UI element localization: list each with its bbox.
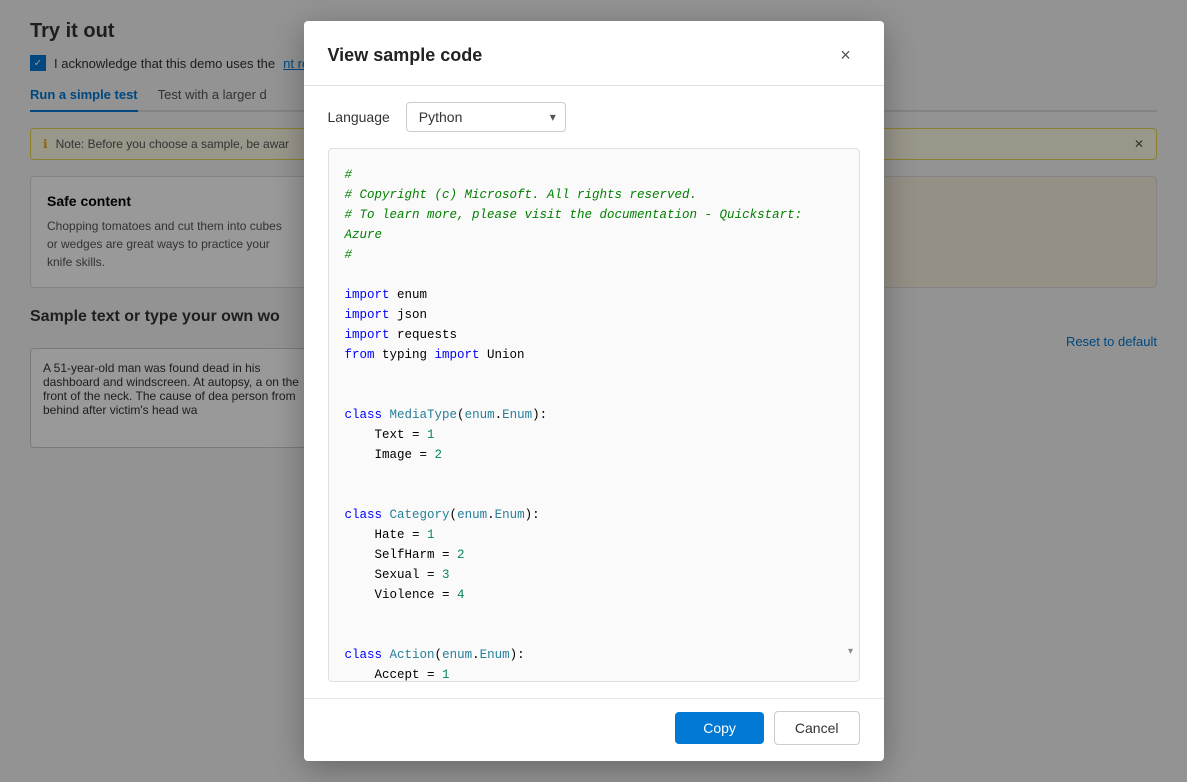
code-accept-val: Accept = 1 — [345, 668, 450, 681]
code-import-enum: import enum — [345, 288, 428, 302]
code-text-val: Text = 1 — [345, 428, 435, 442]
code-from-typing: from typing import Union — [345, 348, 525, 362]
language-label: Language — [328, 109, 390, 125]
language-select[interactable]: Python C# Java JavaScript — [406, 102, 566, 132]
code-comment-1: # — [345, 168, 353, 182]
code-container: # # Copyright (c) Microsoft. All rights … — [328, 148, 860, 682]
code-comment-learn: # To learn more, please visit the docume… — [345, 208, 803, 242]
modal-header: View sample code × — [304, 21, 884, 86]
code-class-mediatype: class MediaType(enum.Enum): — [345, 408, 548, 422]
code-image-val: Image = 2 — [345, 448, 443, 462]
code-violence-val: Violence = 4 — [345, 588, 465, 602]
code-class-action: class Action(enum.Enum): — [345, 648, 525, 662]
scroll-down-indicator: ▾ — [843, 641, 859, 661]
copy-button[interactable]: Copy — [675, 712, 764, 744]
modal-footer: Copy Cancel — [304, 698, 884, 761]
code-comment-3: # — [345, 248, 353, 262]
code-import-requests: import requests — [345, 328, 458, 342]
modal-dialog: View sample code × Language Python C# Ja… — [304, 21, 884, 761]
code-import-json: import json — [345, 308, 428, 322]
modal-body: Language Python C# Java JavaScript # # C… — [304, 86, 884, 698]
code-scroll-area[interactable]: # # Copyright (c) Microsoft. All rights … — [329, 149, 859, 681]
code-hate-val: Hate = 1 — [345, 528, 435, 542]
code-comment-copyright: # Copyright (c) Microsoft. All rights re… — [345, 188, 698, 202]
language-select-wrapper[interactable]: Python C# Java JavaScript — [406, 102, 566, 132]
language-row: Language Python C# Java JavaScript — [328, 102, 860, 132]
code-selfharm-val: SelfHarm = 2 — [345, 548, 465, 562]
modal-overlay[interactable]: View sample code × Language Python C# Ja… — [0, 0, 1187, 782]
modal-title: View sample code — [328, 45, 483, 66]
code-sexual-val: Sexual = 3 — [345, 568, 450, 582]
code-class-category: class Category(enum.Enum): — [345, 508, 540, 522]
modal-close-button[interactable]: × — [832, 41, 860, 69]
cancel-button[interactable]: Cancel — [774, 711, 860, 745]
